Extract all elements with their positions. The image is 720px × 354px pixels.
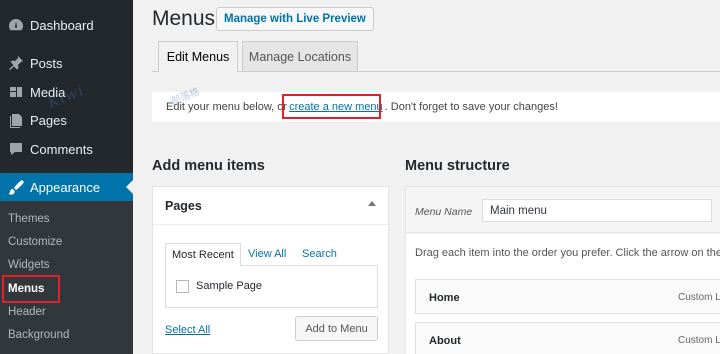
pushpin-icon [8, 55, 24, 71]
admin-sidebar: Dashboard Posts Media Pages Comments App… [0, 0, 133, 354]
sample-page-checkbox[interactable] [176, 280, 189, 293]
tab-search[interactable]: Search [302, 243, 337, 265]
collapse-arrow-icon[interactable] [368, 201, 376, 206]
menu-item-type: Custom Li [678, 335, 720, 346]
sidebar-item-appearance[interactable]: Appearance [0, 173, 133, 201]
sidebar-item-media[interactable]: Media [0, 78, 133, 106]
menu-item-title: About [429, 335, 461, 347]
add-to-menu-button[interactable]: Add to Menu [295, 316, 378, 341]
dashboard-icon [8, 17, 24, 33]
add-menu-items-heading: Add menu items [152, 158, 265, 174]
sidebar-item-label: Pages [30, 112, 67, 128]
menus-highlight-box [2, 275, 60, 303]
pages-panel-title: Pages [165, 199, 202, 213]
comment-icon [8, 141, 24, 157]
submenu-item-widgets[interactable]: Widgets [8, 259, 50, 271]
menu-structure-heading: Menu structure [405, 158, 510, 174]
drag-instructions: Drag each item into the order you prefer… [415, 247, 720, 259]
submenu-item-header[interactable]: Header [8, 306, 46, 318]
tab-view-all[interactable]: View All [248, 243, 286, 265]
menu-item-about[interactable]: About Custom Li [415, 322, 720, 354]
sidebar-item-label: Media [30, 84, 66, 100]
menu-structure-panel: Menu Name Main menu Drag each item into … [405, 186, 720, 354]
sidebar-item-label: Dashboard [30, 17, 94, 33]
sidebar-item-label: Comments [30, 141, 93, 157]
pages-checklist: Sample Page [165, 265, 378, 308]
sidebar-item-label: Posts [30, 55, 63, 71]
edit-menu-notice: Edit your menu below, or create a new me… [152, 92, 720, 122]
page-title: Menus [152, 7, 216, 30]
menu-name-input[interactable]: Main menu [482, 199, 712, 222]
pages-panel: Pages Most Recent View All Search Sample… [152, 186, 389, 354]
live-preview-button[interactable]: Manage with Live Preview [216, 7, 374, 31]
create-menu-highlight-box [282, 94, 381, 119]
notice-text-after: . Don't forget to save your changes! [384, 101, 558, 113]
menu-name-bar: Menu Name Main menu [406, 187, 720, 233]
submenu-item-themes[interactable]: Themes [8, 213, 50, 225]
tab-manage-locations[interactable]: Manage Locations [242, 41, 358, 71]
sidebar-item-label: Appearance [30, 179, 101, 195]
menu-name-label: Menu Name [415, 206, 473, 218]
sidebar-item-dashboard[interactable]: Dashboard [0, 11, 133, 39]
sample-page-label[interactable]: Sample Page [196, 280, 262, 292]
pages-icon [8, 112, 24, 128]
sidebar-item-comments[interactable]: Comments [0, 135, 133, 163]
sidebar-item-pages[interactable]: Pages [0, 106, 133, 134]
pages-panel-header[interactable]: Pages [153, 187, 388, 225]
submenu-item-customize[interactable]: Customize [8, 236, 62, 248]
menu-structure-body: Drag each item into the order you prefer… [406, 234, 720, 354]
brush-icon [8, 179, 24, 195]
media-icon [8, 84, 24, 100]
tab-edit-menus[interactable]: Edit Menus [158, 41, 238, 72]
sidebar-item-posts[interactable]: Posts [0, 49, 133, 77]
notice-text-before: Edit your menu below, or [166, 101, 288, 113]
submenu-item-background[interactable]: Background [8, 329, 69, 341]
select-all-link[interactable]: Select All [165, 324, 210, 336]
menu-item-title: Home [429, 292, 460, 304]
menu-item-home[interactable]: Home Custom Li [415, 279, 720, 314]
tab-most-recent[interactable]: Most Recent [165, 243, 241, 266]
menu-item-type: Custom Li [678, 292, 720, 303]
